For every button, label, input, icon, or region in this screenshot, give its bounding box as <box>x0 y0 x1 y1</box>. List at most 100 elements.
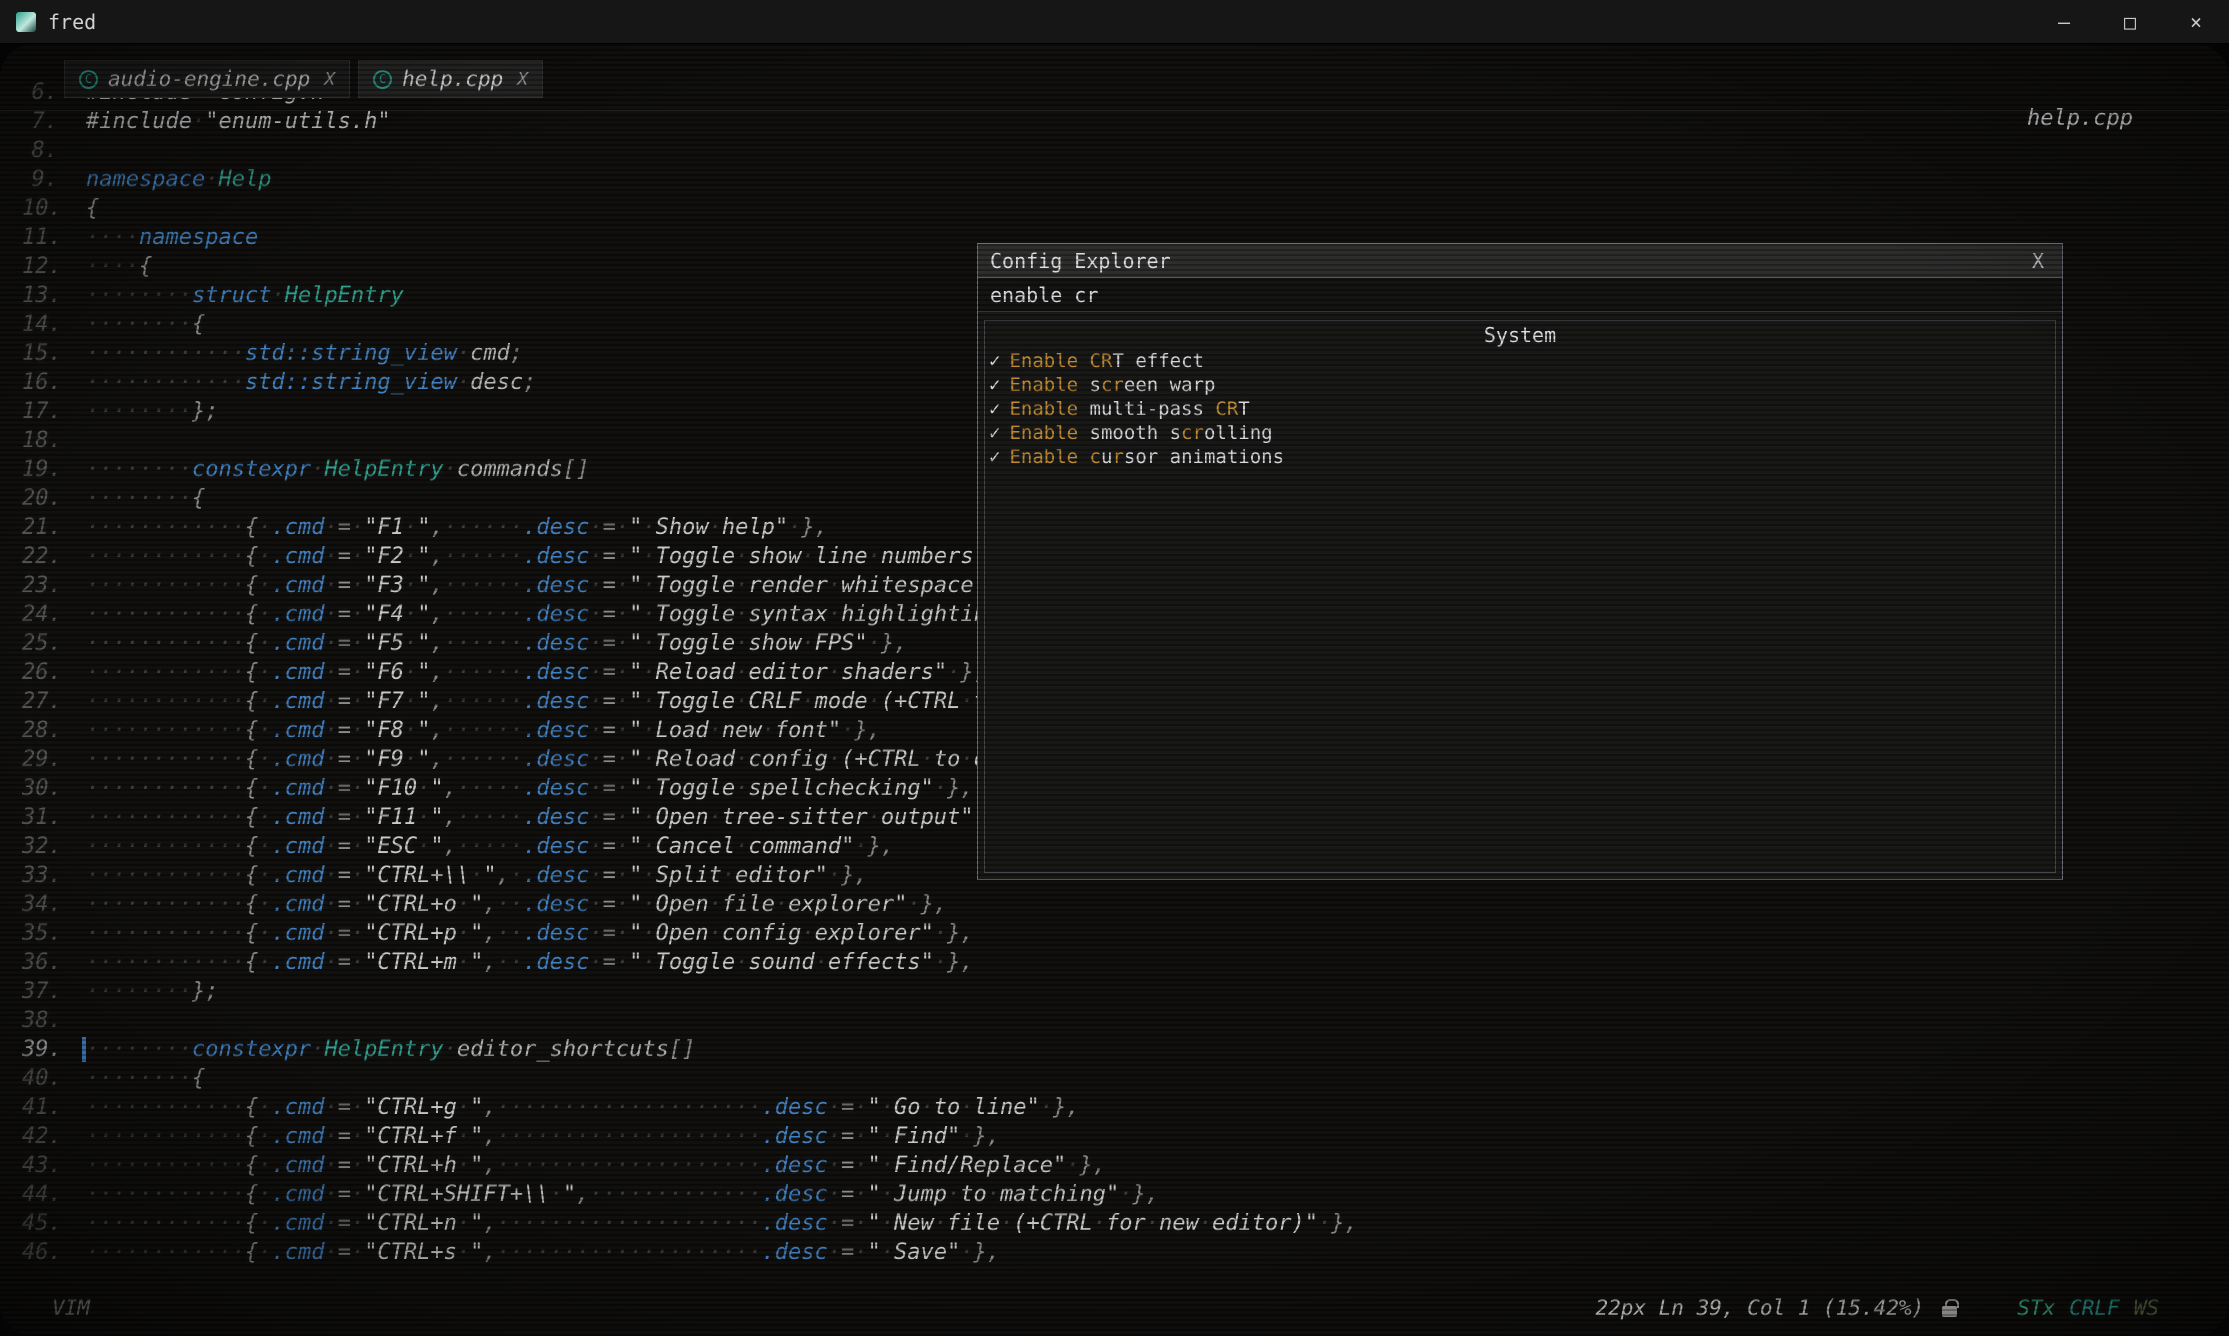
tab-close-button[interactable]: X <box>517 69 528 90</box>
code-line: 44.············{·.cmd·=·"CTRL+SHIFT+\\·"… <box>0 1180 2229 1209</box>
code-line: 7.#include·"enum-utils.h" <box>0 107 2229 136</box>
code-text: ········constexpr·HelpEntry·editor_short… <box>86 1035 695 1064</box>
cpp-file-icon: C <box>79 70 98 89</box>
line-number: 23. <box>0 571 58 600</box>
line-number: 15. <box>0 339 58 368</box>
status-flag-CRLF: CRLF <box>2069 1296 2120 1320</box>
code-text: ············{·.cmd·=·"CTRL+p·",··.desc·=… <box>86 919 974 948</box>
code-text: ············{·.cmd·=·"F8·",······.desc·=… <box>86 716 881 745</box>
code-line: 35.············{·.cmd·=·"CTRL+p·",··.des… <box>0 919 2229 948</box>
line-number: 14. <box>0 310 58 339</box>
code-text: ············{·.cmd·=·"ESC·",·····.desc·=… <box>86 832 894 861</box>
line-number: 32. <box>0 832 58 861</box>
line-number: 11. <box>0 223 58 252</box>
config-explorer-popup: Config Explorer X enable cr System ✓Enab… <box>977 243 2063 880</box>
config-list-panel: System ✓Enable CRT effect✓Enable screen … <box>984 320 2056 873</box>
code-text: ············{·.cmd·=·"CTRL+\\·",·.desc·=… <box>86 861 868 890</box>
pane-divider <box>0 110 2229 111</box>
line-number: 8. <box>0 136 58 165</box>
checkbox-checked-icon[interactable]: ✓ <box>989 397 1000 421</box>
checkbox-checked-icon[interactable]: ✓ <box>989 445 1000 469</box>
line-number: 18. <box>0 426 58 455</box>
code-text: ········}; <box>86 977 218 1006</box>
line-number: 10. <box>0 194 58 223</box>
checkbox-checked-icon[interactable]: ✓ <box>989 373 1000 397</box>
code-line: 10.{ <box>0 194 2229 223</box>
close-button[interactable]: × <box>2163 0 2229 44</box>
line-number: 29. <box>0 745 58 774</box>
pane-label: help.cpp <box>2027 106 2133 131</box>
code-text: ····{ <box>86 252 152 281</box>
status-flag-STx: STx <box>2017 1296 2055 1320</box>
line-number: 36. <box>0 948 58 977</box>
checkbox-checked-icon[interactable]: ✓ <box>989 349 1000 373</box>
line-number: 45. <box>0 1209 58 1238</box>
text-cursor <box>82 1037 86 1062</box>
config-item[interactable]: ✓Enable cursor animations <box>985 445 2055 469</box>
line-number: 39. <box>0 1035 58 1064</box>
config-item[interactable]: ✓Enable screen warp <box>985 373 2055 397</box>
checkbox-checked-icon[interactable]: ✓ <box>989 421 1000 445</box>
minimize-button[interactable]: – <box>2031 0 2097 44</box>
config-item[interactable]: ✓Enable CRT effect <box>985 349 2055 373</box>
code-line: 41.············{·.cmd·=·"CTRL+g·",······… <box>0 1093 2229 1122</box>
popup-title: Config Explorer <box>990 249 1171 273</box>
code-text: ········{ <box>86 1064 205 1093</box>
window-title: fred <box>48 10 96 34</box>
titlebar: fred – □ × <box>0 0 2229 44</box>
window-controls: – □ × <box>2031 0 2229 44</box>
code-text: ············{·.cmd·=·"CTRL+n·",·········… <box>86 1209 1358 1238</box>
line-number: 26. <box>0 658 58 687</box>
tab-audio-engine.cpp[interactable]: Caudio-engine.cpp X <box>64 60 350 98</box>
code-line: 9.namespace·Help <box>0 165 2229 194</box>
code-text: ············{·.cmd·=·"CTRL+m·",··.desc·=… <box>86 948 974 977</box>
code-line: 45. ············{·.cmd·=·"CTRL+n·",······… <box>0 1209 2229 1238</box>
code-line: 39. ········constexpr·HelpEntry·editor_sh… <box>0 1035 2229 1064</box>
maximize-button[interactable]: □ <box>2097 0 2163 44</box>
code-text: ········}; <box>86 397 218 426</box>
tab-help.cpp[interactable]: Chelp.cppX <box>358 60 543 98</box>
editor-screen: 6.#include·"config.h"7.#include·"enum-ut… <box>0 44 2229 1336</box>
code-line: 42.············{·.cmd·=·"CTRL+f·",······… <box>0 1122 2229 1151</box>
code-text: ············{·.cmd·=·"CTRL+SHIFT+\\·",··… <box>86 1180 1159 1209</box>
line-number: 43. <box>0 1151 58 1180</box>
config-search-value: enable cr <box>990 283 1098 307</box>
code-text: ············{·.cmd·=·"F11·",·····.desc·=… <box>86 803 1013 832</box>
line-number: 17. <box>0 397 58 426</box>
line-number: 20. <box>0 484 58 513</box>
cursor-position-info: 22px Ln 39, Col 1 (15.42%) <box>1595 1296 1924 1320</box>
config-item[interactable]: ✓Enable multi-pass CRT <box>985 397 2055 421</box>
code-text: ············{·.cmd·=·"CTRL+o·",··.desc·=… <box>86 890 947 919</box>
status-bar: VIM 22px Ln 39, Col 1 (15.42%) STxCRLFWS <box>0 1290 2229 1336</box>
app-icon <box>16 12 36 32</box>
code-text: ············{·.cmd·=·"CTRL+s·",·········… <box>86 1238 1000 1267</box>
line-number: 38. <box>0 1006 58 1035</box>
line-number: 19. <box>0 455 58 484</box>
config-section-header: System <box>985 321 2055 349</box>
code-text: ············{·.cmd·=·"F2·",······.desc·=… <box>86 542 1027 571</box>
line-number: 42. <box>0 1122 58 1151</box>
line-number: 24. <box>0 600 58 629</box>
tab-bar: Caudio-engine.cppXChelp.cppX <box>64 60 543 98</box>
code-text: ········{ <box>86 310 205 339</box>
code-text: ············std::string_view·desc; <box>86 368 536 397</box>
code-line: 36. ············{·.cmd·=·"CTRL+m·",··.des… <box>0 948 2229 977</box>
line-number: 25. <box>0 629 58 658</box>
config-search-input[interactable]: enable cr <box>978 278 2062 312</box>
status-right: 22px Ln 39, Col 1 (15.42%) STxCRLFWS <box>1595 1296 2159 1320</box>
cpp-file-icon: C <box>373 70 392 89</box>
line-number: 37. <box>0 977 58 1006</box>
code-line: 8. <box>0 136 2229 165</box>
code-text: ············{·.cmd·=·"CTRL+g·",·········… <box>86 1093 1080 1122</box>
line-number: 30. <box>0 774 58 803</box>
code-line: 46.············{·.cmd·=·"CTRL+s·",······… <box>0 1238 2229 1267</box>
line-number: 16. <box>0 368 58 397</box>
tab-close-button[interactable]: X <box>324 69 335 90</box>
code-text: ············{·.cmd·=·"CTRL+h·",·········… <box>86 1151 1106 1180</box>
status-flags: STxCRLFWS <box>2017 1296 2159 1320</box>
popup-close-button[interactable]: X <box>2026 249 2050 273</box>
code-text: ············{·.cmd·=·"F5·",······.desc·=… <box>86 629 907 658</box>
config-item[interactable]: ✓Enable smooth scrolling <box>985 421 2055 445</box>
tab-label: audio-engine.cpp <box>108 67 310 91</box>
line-number: 27. <box>0 687 58 716</box>
